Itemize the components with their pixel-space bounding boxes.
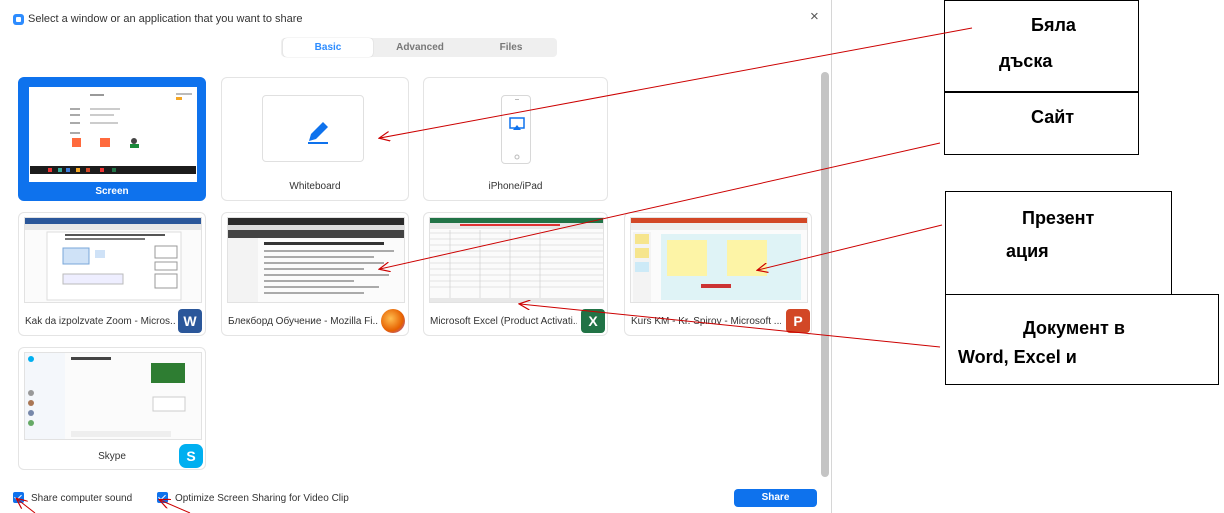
- share-tile-skype[interactable]: Skype S: [18, 347, 206, 470]
- share-tile-powerpoint[interactable]: Kurs KM - Kr. Spirov - Microsoft ... P: [624, 212, 812, 336]
- tile-label-iphone-ipad: iPhone/iPad: [488, 181, 543, 192]
- skype-thumbnail-graphic: [25, 353, 186, 439]
- tab-advanced[interactable]: Advanced: [375, 38, 465, 57]
- share-dialog: Select a window or an application that y…: [0, 0, 832, 513]
- annotation-site: Сайт: [944, 92, 1139, 155]
- airplay-icon: [509, 99, 525, 160]
- annotation-document-line2: Word, Excel и: [958, 347, 1077, 367]
- share-tile-iphone-ipad[interactable]: iPhone/iPad: [423, 77, 608, 201]
- skype-window-thumbnail: [24, 352, 202, 440]
- title-bar: Select a window or an application that y…: [0, 0, 832, 36]
- annotation-document: Документ в Word, Excel и: [945, 294, 1219, 385]
- screen-thumbnail: [29, 87, 197, 182]
- share-tile-screen[interactable]: Screen: [18, 77, 206, 201]
- root: Select a window or an application that y…: [0, 0, 1224, 513]
- tile-label-excel: Microsoft Excel (Product Activati...: [430, 316, 577, 327]
- tile-label-screen: Screen: [95, 186, 129, 197]
- firefox-icon: [381, 309, 405, 333]
- optimize-video-label: Optimize Screen Sharing for Video Clip: [175, 493, 349, 504]
- excel-thumbnail-graphic: [430, 218, 603, 302]
- zoom-app-icon: [13, 14, 24, 25]
- annotation-document-line1: Документ в: [1023, 318, 1125, 338]
- share-button[interactable]: Share: [734, 489, 817, 507]
- share-sound-label: Share computer sound: [31, 493, 133, 504]
- tile-label-firefox: Блекборд Обучение - Mozilla Fi...: [228, 316, 378, 327]
- annotation-whiteboard-line1: Бяла: [1031, 15, 1076, 35]
- dialog-title: Select a window or an application that y…: [28, 13, 303, 25]
- tile-label-whiteboard: Whiteboard: [289, 181, 341, 192]
- tab-files[interactable]: Files: [467, 38, 555, 57]
- word-window-thumbnail: [24, 217, 202, 303]
- annotation-site-label: Сайт: [1031, 107, 1075, 127]
- annotation-whiteboard-line2: дъска: [999, 51, 1053, 71]
- ipad-preview: [501, 95, 531, 164]
- tile-label-word: Kak da izpolzvate Zoom - Micros...: [25, 316, 175, 327]
- pencil-icon: [308, 122, 328, 144]
- whiteboard-preview: [262, 95, 364, 162]
- optimize-video-checkbox[interactable]: [157, 492, 168, 503]
- firefox-window-thumbnail: [227, 217, 405, 303]
- tab-basic[interactable]: Basic: [283, 38, 373, 57]
- tile-label-skype: Skype: [98, 451, 126, 462]
- annotation-presentation-line2: ация: [1006, 241, 1049, 261]
- share-tile-whiteboard[interactable]: Whiteboard: [221, 77, 409, 201]
- scrollbar-thumb[interactable]: [821, 72, 829, 477]
- share-tile-firefox[interactable]: Блекборд Обучение - Mozilla Fi...: [221, 212, 409, 336]
- share-sound-checkbox[interactable]: [13, 492, 24, 503]
- excel-window-thumbnail: [429, 217, 604, 303]
- share-tile-excel[interactable]: Microsoft Excel (Product Activati... X: [423, 212, 608, 336]
- share-tabs: Basic Advanced Files: [281, 38, 557, 57]
- skype-icon: S: [179, 444, 203, 468]
- annotation-presentation: Презент ация: [945, 191, 1172, 295]
- excel-icon: X: [581, 309, 605, 333]
- powerpoint-thumbnail-graphic: [631, 218, 807, 302]
- screen-thumbnail-graphic: [30, 88, 196, 181]
- powerpoint-icon: P: [786, 309, 810, 333]
- annotation-whiteboard: Бяла дъска: [944, 0, 1139, 92]
- powerpoint-window-thumbnail: [630, 217, 808, 303]
- word-icon: W: [178, 309, 202, 333]
- close-icon[interactable]: ×: [810, 9, 819, 24]
- firefox-thumbnail-graphic: [228, 218, 404, 302]
- annotation-presentation-line1: Презент: [1022, 208, 1095, 228]
- share-tile-word[interactable]: Kak da izpolzvate Zoom - Micros... W: [18, 212, 206, 336]
- tile-label-powerpoint: Kurs KM - Kr. Spirov - Microsoft ...: [631, 316, 781, 327]
- word-thumbnail-graphic: [25, 218, 201, 301]
